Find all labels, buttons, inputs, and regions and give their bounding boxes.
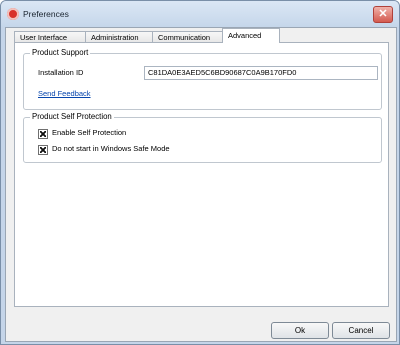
ok-button[interactable]: Ok [271, 322, 329, 339]
window-title: Preferences [23, 9, 69, 19]
cancel-button[interactable]: Cancel [332, 322, 390, 339]
advanced-tab-panel: Product Support Installation ID C81DA0E3… [14, 42, 389, 307]
self-protection-title: Product Self Protection [30, 112, 114, 121]
enable-self-protection-checkbox[interactable] [38, 129, 48, 139]
installation-id-label: Installation ID [38, 68, 84, 77]
safe-mode-label: Do not start in Windows Safe Mode [52, 144, 170, 153]
preferences-window: Preferences ✕ User Interface Administrat… [0, 0, 400, 345]
dialog-body: User Interface Administration Communicat… [5, 27, 397, 342]
tab-advanced[interactable]: Advanced [222, 28, 280, 43]
installation-id-field[interactable]: C81DA0E3AED5C6BD90687C0A9B170FD0 [144, 66, 378, 80]
self-protection-group: Product Self Protection Enable Self Prot… [23, 112, 382, 163]
enable-self-protection-label: Enable Self Protection [52, 128, 127, 137]
product-support-group: Product Support Installation ID C81DA0E3… [23, 48, 382, 110]
close-button[interactable]: ✕ [373, 6, 393, 23]
app-icon [7, 8, 19, 20]
product-support-title: Product Support [30, 48, 91, 57]
send-feedback-link[interactable]: Send Feedback [38, 89, 91, 98]
safe-mode-checkbox[interactable] [38, 145, 48, 155]
title-bar[interactable]: Preferences ✕ [1, 1, 399, 27]
